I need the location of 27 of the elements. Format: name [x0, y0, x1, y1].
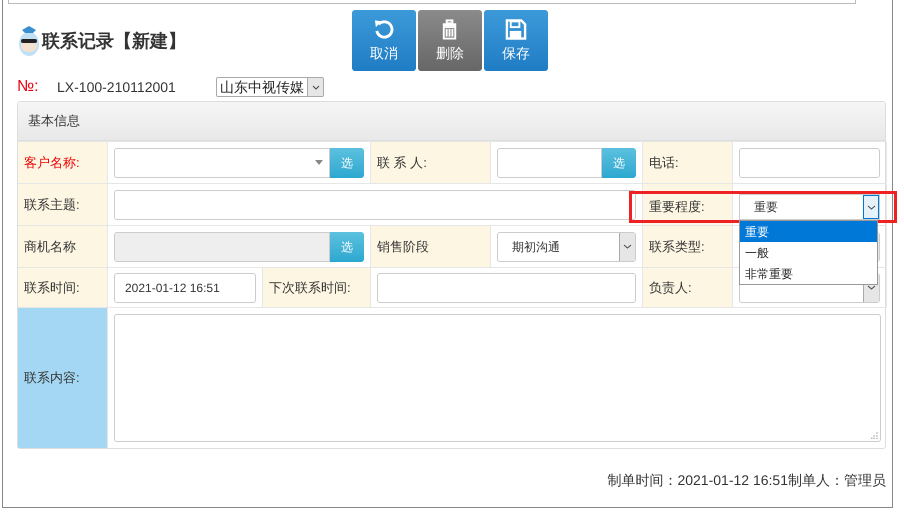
number-value: LX-100-210112001 [57, 78, 177, 96]
field-label: 联系主题: [24, 196, 80, 214]
field-label: 客户名称: [24, 154, 80, 172]
select-field[interactable]: 重要 [739, 194, 880, 220]
select-field[interactable]: 期初沟通 [497, 232, 636, 262]
dropdown-option[interactable]: 非常重要 [740, 263, 877, 284]
field-label: 联系时间: [24, 278, 80, 297]
field-label: 下次联系时间: [269, 278, 351, 297]
dropdown-option[interactable]: 一般 [740, 242, 877, 263]
field-label: 联系内容: [24, 369, 80, 388]
dropdown-option[interactable]: 重要 [740, 221, 877, 242]
field-label: 负责人: [649, 278, 692, 297]
delete-button[interactable]: 删除 [418, 10, 482, 71]
company-select[interactable]: 山东中视传媒 [216, 77, 324, 97]
field-label: 联系类型: [649, 238, 705, 256]
number-label: №: [17, 77, 40, 97]
input-field[interactable]: 2021-01-12 16:51 [114, 272, 256, 302]
field-label: 商机名称 [24, 238, 76, 256]
footer-info: 制单时间：2021-01-12 16:51制单人：管理员 [607, 471, 886, 490]
cancel-button[interactable]: 取消 [352, 10, 416, 71]
save-button[interactable]: 保存 [484, 10, 548, 71]
field-label: 联 系 人: [377, 154, 427, 172]
field-label: 重要程度: [649, 198, 705, 216]
field-label: 销售阶段 [377, 238, 429, 256]
section-title: 基本信息 [28, 112, 80, 130]
page-title: 联系记录【新建】 [42, 30, 186, 52]
field-label: 电话: [649, 154, 679, 172]
